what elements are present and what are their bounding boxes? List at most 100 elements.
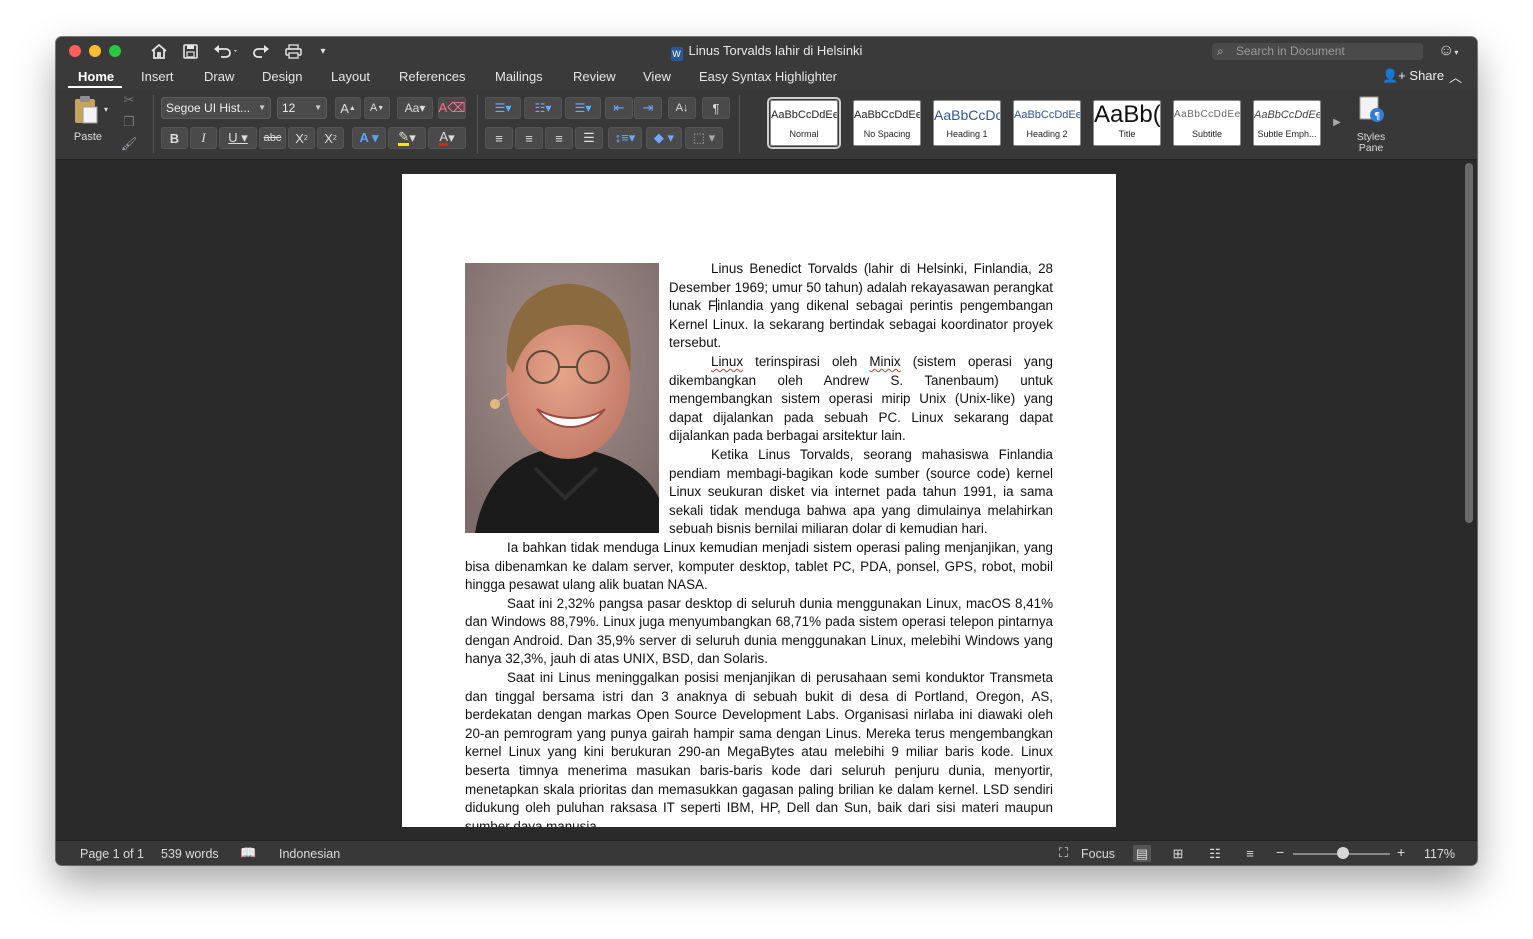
zoom-in-button[interactable]: + (1397, 844, 1405, 860)
word-count[interactable]: 539 words (161, 847, 219, 861)
outline-view-icon[interactable]: ☷ (1206, 845, 1224, 862)
style-sample: AaBbCcDdEe (771, 109, 837, 121)
style-no-spacing[interactable]: AaBbCcDdEe No Spacing (853, 100, 921, 146)
chevron-down-icon: ▼ (314, 103, 322, 112)
zoom-slider-knob[interactable] (1337, 847, 1349, 859)
document-body[interactable]: Linus Benedict Torvalds (lahir di Helsin… (465, 260, 1053, 827)
paragraph-6[interactable]: Saat ini Linus meninggalkan posisi menja… (465, 669, 1053, 827)
style-sample: AaBbCcDdEe (1174, 109, 1240, 120)
divider (477, 95, 478, 153)
tab-mailings[interactable]: Mailings (495, 69, 543, 84)
tab-view[interactable]: View (643, 69, 671, 84)
style-title[interactable]: AaBb( Title (1093, 100, 1161, 146)
multilevel-list-icon[interactable]: ☰▾ (565, 97, 601, 119)
style-subtle-emphasis[interactable]: AaBbCcDdEe Subtle Emph... (1253, 100, 1321, 146)
style-normal[interactable]: AaBbCcDdEe Normal (767, 97, 841, 149)
style-heading-1[interactable]: AaBbCcDc Heading 1 (933, 100, 1001, 146)
style-sample: AaBbCcDdEe (1014, 109, 1080, 121)
collapse-ribbon-icon[interactable]: ︿ (1449, 67, 1462, 86)
tab-references[interactable]: References (399, 69, 465, 84)
font-color-icon[interactable]: A ▾ (428, 127, 466, 149)
focus-mode-button[interactable]: Focus (1081, 847, 1115, 861)
tab-home[interactable]: Home (78, 69, 114, 84)
active-tab-indicator (68, 86, 122, 88)
paste-options-chevron-icon[interactable]: ▾ (100, 103, 112, 115)
language-indicator[interactable]: Indonesian (279, 847, 340, 861)
strikethrough-button[interactable]: abc (259, 127, 286, 149)
sort-icon[interactable]: A↓ (668, 97, 696, 119)
tab-layout[interactable]: Layout (331, 69, 370, 84)
styles-gallery-next-icon[interactable]: ▶ (1330, 111, 1344, 133)
spelling-error-word[interactable]: Minix (869, 354, 900, 369)
search-in-document-input[interactable]: ⌕ Search in Document (1212, 43, 1423, 60)
feedback-smiley-icon[interactable]: ☺▾ (1438, 42, 1458, 60)
styles-pane-label[interactable]: Styles Pane (1348, 131, 1394, 155)
style-sample: AaBbCcDdEe (854, 109, 920, 121)
document-title-text: Linus Torvalds lahir di Helsinki (688, 43, 863, 58)
add-person-icon: 👤+ (1382, 68, 1406, 83)
bullets-icon[interactable]: ☰▾ (485, 97, 521, 119)
align-center-icon[interactable]: ≡ (515, 127, 543, 149)
highlight-color-icon[interactable]: ✎ ▾ (388, 127, 426, 149)
styles-pane-icon[interactable]: ¶ (1356, 95, 1386, 125)
align-left-icon[interactable]: ≡ (485, 127, 513, 149)
style-name: Subtle Emph... (1257, 129, 1317, 139)
style-name: Subtitle (1191, 129, 1223, 139)
share-button[interactable]: 👤+ Share (1382, 68, 1444, 84)
clear-formatting-icon[interactable]: A⌫ (438, 97, 466, 119)
draft-view-icon[interactable]: ≡ (1241, 845, 1259, 862)
word-doc-icon: W (670, 47, 683, 61)
tab-design[interactable]: Design (262, 69, 302, 84)
numbering-icon[interactable]: ☷▾ (524, 97, 562, 119)
page-count[interactable]: Page 1 of 1 (80, 847, 144, 861)
document-canvas: Linus Benedict Torvalds (lahir di Helsin… (56, 160, 1461, 827)
image-wrap-space (465, 260, 669, 536)
divider (739, 95, 740, 153)
underline-button[interactable]: U ▾ (219, 127, 257, 149)
decrease-indent-icon[interactable]: ⇤ (605, 97, 633, 119)
print-layout-view-icon[interactable]: ▤ (1133, 845, 1151, 862)
web-layout-view-icon[interactable]: ⊞ (1169, 845, 1187, 862)
style-sample: AaBb( (1094, 101, 1160, 128)
tab-draw[interactable]: Draw (204, 69, 234, 84)
proofing-icon[interactable]: 📖 (240, 845, 256, 861)
line-spacing-icon[interactable]: ↕≡▾ (608, 127, 642, 149)
font-size-select[interactable]: 12 ▼ (277, 97, 327, 119)
shrink-font-icon[interactable]: A ▼ (364, 97, 390, 119)
chevron-down-icon: ▼ (258, 103, 266, 112)
tab-review[interactable]: Review (573, 69, 616, 84)
document-page[interactable]: Linus Benedict Torvalds (lahir di Helsin… (402, 174, 1116, 827)
zoom-level[interactable]: 117% (1424, 847, 1455, 861)
change-case-icon[interactable]: Aa▾ (397, 97, 433, 119)
style-subtitle[interactable]: AaBbCcDdEe Subtitle (1173, 100, 1241, 146)
grow-font-icon[interactable]: A ▲ (335, 97, 361, 119)
increase-indent-icon[interactable]: ⇥ (634, 97, 662, 119)
spelling-error-word[interactable]: Linux (711, 354, 743, 369)
zoom-out-button[interactable]: − (1276, 844, 1284, 860)
focus-icon[interactable]: ⛶ (1059, 845, 1068, 861)
superscript-button[interactable]: X2 (317, 127, 344, 149)
justify-icon[interactable]: ☰ (575, 127, 603, 149)
italic-button[interactable]: I (190, 127, 217, 149)
copy-icon[interactable]: ❐ (120, 113, 138, 131)
tab-easy-syntax-highlighter[interactable]: Easy Syntax Highlighter (699, 69, 837, 84)
font-name-value: Segoe UI Hist... (166, 101, 251, 115)
paste-label[interactable]: Paste (68, 129, 108, 145)
text-effects-icon[interactable]: A ▾ (352, 127, 386, 149)
show-formatting-marks-icon[interactable]: ¶ (702, 97, 730, 119)
paragraph-4[interactable]: Ia bahkan tidak menduga Linux kemudian m… (465, 539, 1053, 595)
style-heading-2[interactable]: AaBbCcDdEe Heading 2 (1013, 100, 1081, 146)
paragraph-1-text-b: inlandia yang dikenal sebagai perintis p… (669, 298, 1053, 351)
tab-insert[interactable]: Insert (141, 69, 174, 84)
subscript-button[interactable]: X2 (288, 127, 315, 149)
align-right-icon[interactable]: ≡ (545, 127, 573, 149)
scrollbar-thumb[interactable] (1465, 163, 1473, 523)
borders-icon[interactable]: ⬚ ▾ (685, 127, 723, 149)
font-name-select[interactable]: Segoe UI Hist... ▼ (161, 97, 271, 119)
bold-button[interactable]: B (161, 127, 188, 149)
cut-icon[interactable]: ✂ (120, 91, 138, 109)
format-painter-icon[interactable]: 🖌 (120, 135, 138, 153)
title-bar: ▾ W Linus Torvalds lahir di Helsinki ⌕ Se… (56, 37, 1477, 65)
shading-icon[interactable]: ◆ ▾ (646, 127, 682, 149)
paragraph-5[interactable]: Saat ini 2,32% pangsa pasar desktop di s… (465, 595, 1053, 669)
